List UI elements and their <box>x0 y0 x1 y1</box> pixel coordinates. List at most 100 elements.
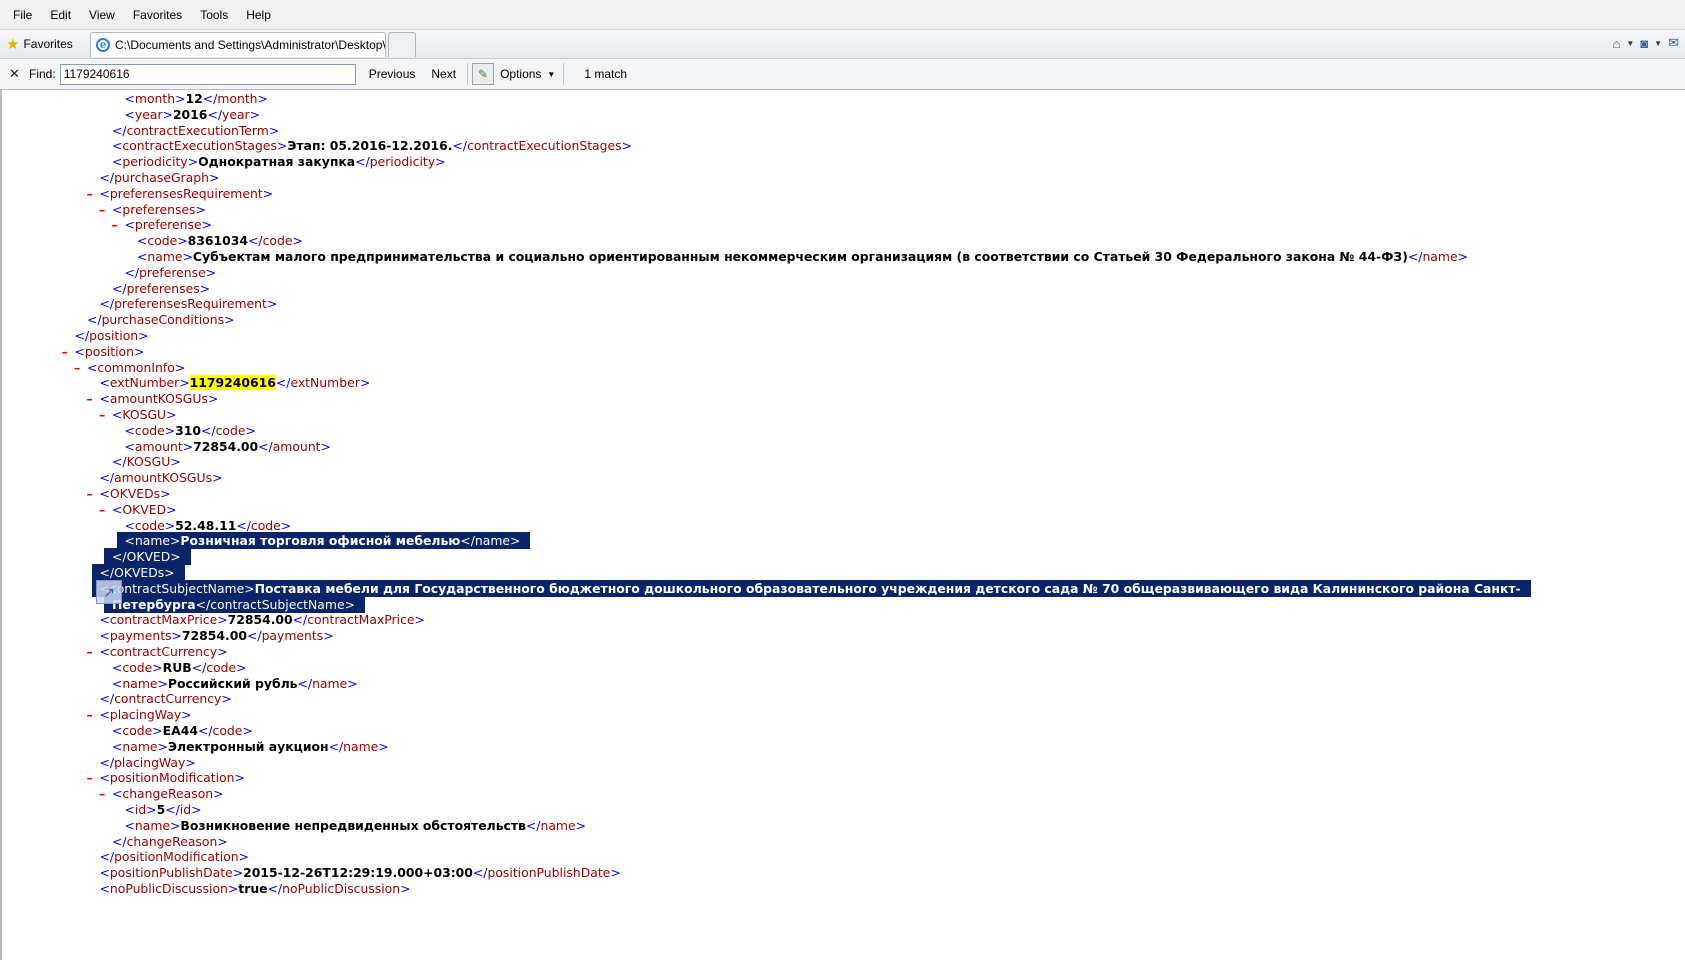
xml-bracket: < <box>124 91 135 106</box>
xml-bracket: > <box>205 264 217 280</box>
collapse-toggle[interactable]: – <box>62 343 68 360</box>
xml-bracket: > <box>157 675 168 691</box>
xml-tag-name: extNumber <box>290 375 360 391</box>
xml-line: <noPublicDiscussion>true</noPublicDiscus… <box>100 880 411 897</box>
xml-bracket: </ <box>202 91 218 106</box>
xml-bracket: > <box>170 454 181 470</box>
collapse-toggle[interactable]: – <box>99 201 105 218</box>
collapse-toggle[interactable]: – <box>87 485 93 502</box>
next-button[interactable]: Next <box>428 65 459 83</box>
xml-bracket: < <box>99 628 110 644</box>
collapse-toggle[interactable]: – <box>99 501 105 518</box>
xml-bracket: > <box>610 865 621 881</box>
menu-favorites[interactable]: Favorites <box>124 8 191 22</box>
xml-tag-name: amount <box>272 438 321 454</box>
xml-bracket: < <box>124 817 135 833</box>
xml-bracket: </ <box>74 328 90 343</box>
xml-bracket: > <box>185 754 196 770</box>
xml-bracket: > <box>170 817 181 833</box>
xml-line: <name>Розничная торговля офисной мебелью… <box>116 532 531 550</box>
xml-line: <month>12</month> <box>125 90 268 107</box>
feeds-icon[interactable]: ◙ <box>1640 36 1648 51</box>
xml-tag-name: name <box>147 249 183 264</box>
xml-text: RUB <box>162 659 192 675</box>
collapse-toggle[interactable]: – <box>87 769 93 786</box>
xml-line: </KOSGU> <box>112 453 181 470</box>
xml-bracket: < <box>124 422 135 438</box>
menu-file[interactable]: File <box>4 8 41 22</box>
xml-text: Электронный аукцион <box>167 738 329 754</box>
xml-tag-name: positionModification <box>114 849 239 865</box>
xml-bracket: > <box>138 328 149 343</box>
xml-tag-name: id <box>134 802 147 817</box>
xml-tag-name: name <box>134 533 171 549</box>
highlight-matches-button[interactable]: ✎ <box>472 63 495 85</box>
xml-tag-name: contractCurrency <box>114 691 222 707</box>
collapse-toggle[interactable]: – <box>112 216 118 233</box>
xml-tag-name: noPublicDiscussion <box>109 881 228 896</box>
close-icon[interactable]: ✕ <box>9 66 23 82</box>
xml-bracket: > <box>227 881 239 896</box>
xml-line: <preferenses> <box>112 201 206 218</box>
collapse-toggle[interactable]: – <box>99 785 105 802</box>
menu-help[interactable]: Help <box>237 8 280 22</box>
xml-bracket: < <box>99 770 110 786</box>
collapse-toggle[interactable]: – <box>87 643 93 660</box>
find-input[interactable] <box>59 63 356 85</box>
xml-text: 72854.00 <box>181 628 247 644</box>
xml-bracket: > <box>217 644 228 659</box>
xml-bracket: </ <box>112 280 127 296</box>
collapse-toggle[interactable]: – <box>74 359 80 376</box>
xml-line: <code>310</code> <box>125 422 256 439</box>
xml-bracket: > <box>242 723 253 738</box>
xml-bracket: > <box>621 138 632 154</box>
xml-bracket: > <box>217 612 228 628</box>
chevron-down-icon[interactable]: ▼ <box>1626 39 1634 48</box>
home-icon[interactable]: ⌂ <box>1613 36 1621 51</box>
menu-tools[interactable]: Tools <box>191 8 237 22</box>
xml-bracket: > <box>175 91 186 106</box>
xml-bracket: </ <box>236 517 251 533</box>
find-bar: ✕ Find: Previous Next ✎ Options ▼ 1 matc… <box>0 59 1685 90</box>
xml-bracket: > <box>195 201 206 217</box>
menu-edit[interactable]: Edit <box>41 8 80 22</box>
xml-bracket: > <box>170 549 181 565</box>
xml-bracket: > <box>182 438 194 454</box>
pen-icon: ✎ <box>478 67 489 81</box>
xml-bracket: < <box>112 786 123 802</box>
xml-bracket: </ <box>247 628 262 644</box>
xml-text: Этап: 05.2016-12.2016. <box>287 138 453 154</box>
collapse-toggle[interactable]: – <box>99 406 105 423</box>
menu-view[interactable]: View <box>80 8 124 22</box>
mail-icon[interactable]: ✉ <box>1668 35 1679 51</box>
xml-tag-name: preferensesRequirement <box>109 185 263 201</box>
xml-bracket: </ <box>99 691 115 707</box>
xml-document-view[interactable]: <month>12</month> <year>2016</year> </cont… <box>0 90 1685 960</box>
xml-bracket: < <box>74 343 85 359</box>
xml-tag-name: name <box>122 675 158 691</box>
xml-text: Однократная закупка <box>198 154 356 170</box>
xml-bracket: > <box>166 501 177 517</box>
xml-tag-name: contractExecutionStages <box>467 138 622 154</box>
new-tab-button[interactable] <box>388 32 416 57</box>
xml-tag-name: name <box>312 675 348 691</box>
favorites-button[interactable]: ★ Favorites <box>4 34 79 54</box>
xml-tag-name: OKVED <box>122 501 167 517</box>
chevron-down-icon[interactable]: ▼ <box>1654 39 1662 48</box>
divider <box>563 63 565 85</box>
collapse-toggle[interactable]: – <box>87 185 93 202</box>
collapse-toggle[interactable]: – <box>87 706 93 723</box>
browser-tab[interactable]: e C:\Documents and Settings\Administrato… <box>90 32 386 57</box>
xml-tag-name: purchaseConditions <box>101 312 225 328</box>
options-button[interactable]: Options ▼ <box>500 67 555 81</box>
xml-tag-name: positionPublishDate <box>487 865 611 881</box>
xml-bracket: < <box>124 106 135 122</box>
xml-tag-name: month <box>134 91 176 106</box>
xml-tag-name: position <box>84 343 134 359</box>
xml-line: </OKVEDs> <box>91 564 185 581</box>
collapse-toggle[interactable]: – <box>87 390 93 407</box>
xml-bracket: > <box>217 833 228 849</box>
ie-page-icon: e <box>96 38 110 52</box>
xml-tag-name: OKVED <box>126 549 171 565</box>
previous-button[interactable]: Previous <box>366 65 419 83</box>
